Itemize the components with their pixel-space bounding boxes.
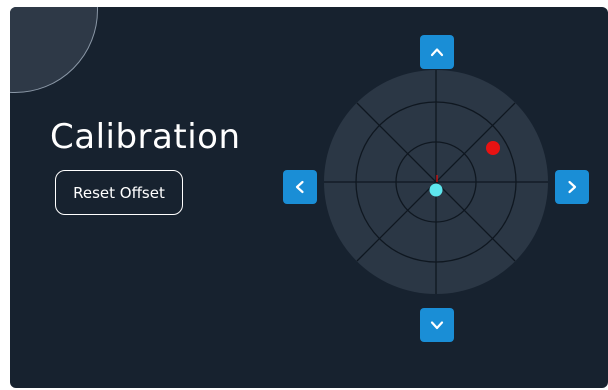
move-down-button[interactable] [420, 308, 454, 342]
move-right-button[interactable] [555, 170, 589, 204]
chevron-up-icon [430, 48, 444, 57]
back-button[interactable] [10, 7, 98, 93]
reset-offset-button[interactable]: Reset Offset [55, 170, 183, 215]
calibration-target[interactable] [324, 70, 548, 294]
move-up-button[interactable] [420, 35, 454, 69]
chevron-down-icon [430, 321, 444, 330]
chevron-right-icon [568, 180, 577, 194]
move-left-button[interactable] [283, 170, 317, 204]
center-reference [429, 183, 443, 197]
offset-marker[interactable] [486, 141, 500, 155]
page-title: Calibration [50, 117, 241, 157]
chevron-left-icon [295, 180, 304, 194]
